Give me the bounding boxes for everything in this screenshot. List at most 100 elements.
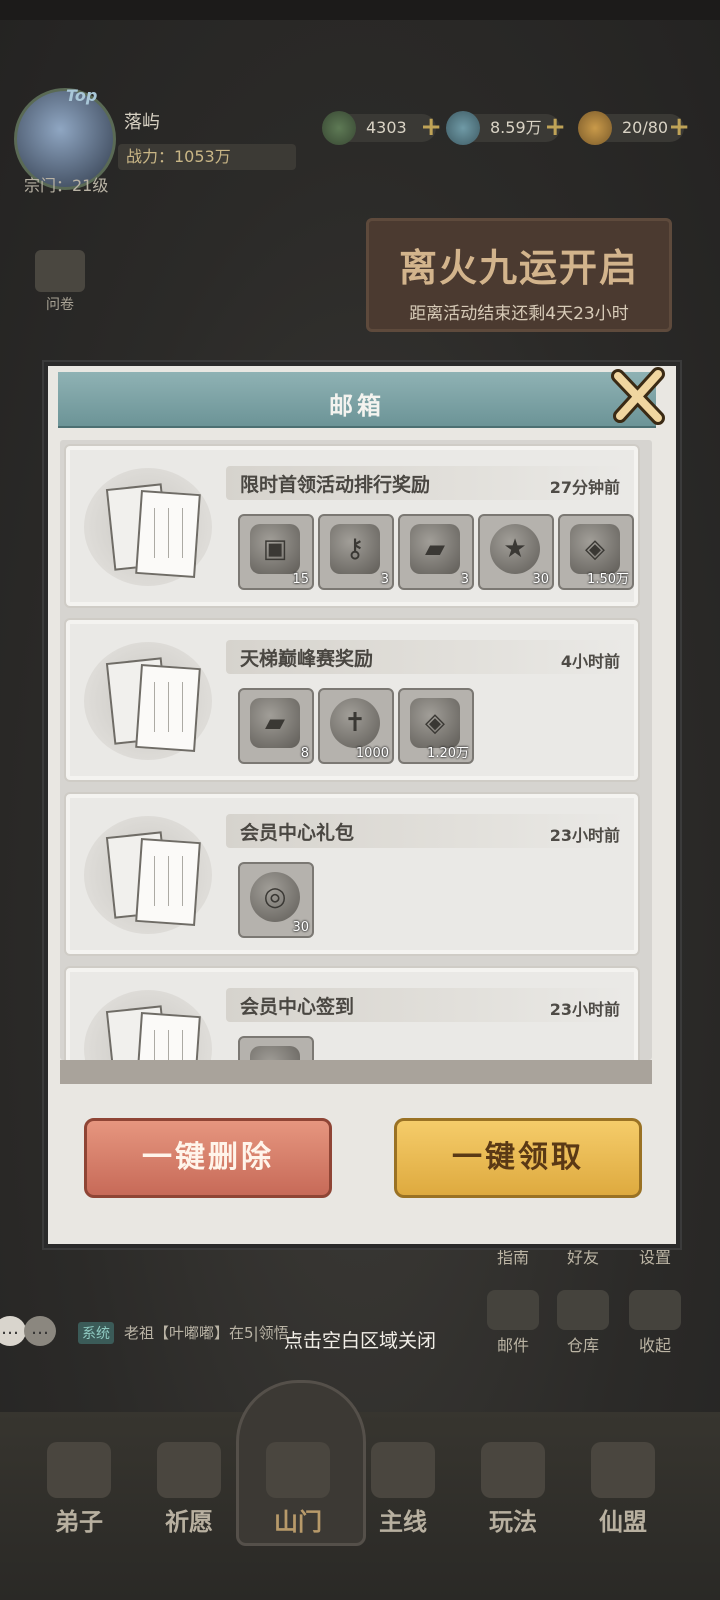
disciples-icon bbox=[47, 1442, 111, 1498]
reward-item[interactable]: ⚷ 3 bbox=[318, 514, 394, 590]
mail-title: 天梯巅峰赛奖励 bbox=[240, 648, 374, 670]
reward-item[interactable]: ▰ 3 bbox=[398, 514, 474, 590]
player-power: 战力：1053万 bbox=[118, 144, 296, 170]
mail-title: 限时首领活动排行奖励 bbox=[240, 474, 431, 496]
reward-count: 30 bbox=[532, 572, 549, 587]
star-coin-icon: ★ bbox=[490, 524, 540, 574]
reward-item[interactable]: ▣ 15 bbox=[238, 514, 314, 590]
mail-item[interactable]: 天梯巅峰赛奖励 4小时前 ▰ 8 ✝ 1000 ◈ 1.20万 bbox=[64, 618, 640, 782]
key-icon: ⚷ bbox=[330, 524, 380, 574]
player-name: 落屿 bbox=[124, 112, 160, 133]
list-footer bbox=[60, 1060, 652, 1084]
mail-item[interactable]: 会员中心礼包 23小时前 ◎ 30 bbox=[64, 792, 640, 956]
mail-time: 4小时前 bbox=[560, 652, 620, 671]
scroll-ticket-icon: ▰ bbox=[250, 698, 300, 748]
close-button[interactable] bbox=[608, 366, 668, 426]
sword-emblem-icon: ✝ bbox=[330, 698, 380, 748]
reward-item[interactable]: ✝ 1000 bbox=[318, 688, 394, 764]
spirit-stone-icon: ◈ bbox=[570, 524, 620, 574]
reward-count: 1.20万 bbox=[427, 746, 469, 761]
resource-spirit-stone[interactable]: 8.59万 + bbox=[446, 111, 566, 145]
guide-label: 指南 bbox=[496, 1248, 529, 1267]
mail-title: 会员中心签到 bbox=[240, 996, 355, 1018]
letter-icon bbox=[84, 642, 212, 760]
reward-count: 15 bbox=[292, 572, 309, 587]
nav-sect-gate[interactable]: 山门 bbox=[253, 1442, 343, 1537]
collapse-icon bbox=[629, 1290, 681, 1330]
letter-icon bbox=[84, 468, 212, 586]
reward-item[interactable]: ◈ 1.50万 bbox=[558, 514, 634, 590]
friends-label: 好友 bbox=[566, 1248, 599, 1267]
resource-stamina[interactable]: 20/80 + bbox=[578, 111, 690, 145]
close-hint: 点击空白区域关闭 bbox=[283, 1330, 436, 1352]
delete-all-button[interactable]: 一键删除 bbox=[84, 1118, 332, 1198]
mail-item[interactable]: 会员中心签到 23小时前 bbox=[64, 966, 640, 1060]
nav-label: 主线 bbox=[379, 1507, 427, 1536]
dialog-header: 邮箱 bbox=[58, 372, 656, 428]
reward-count: 3 bbox=[380, 572, 389, 587]
close-icon bbox=[611, 367, 665, 425]
reward-item[interactable] bbox=[238, 1036, 314, 1060]
letter-icon bbox=[84, 816, 212, 934]
mail-time: 23小时前 bbox=[549, 1000, 620, 1019]
treasure-chest-icon: ▣ bbox=[250, 524, 300, 574]
settings-label: 设置 bbox=[638, 1248, 671, 1267]
stamina-gourd-icon bbox=[578, 111, 612, 145]
reward-item[interactable]: ◈ 1.20万 bbox=[398, 688, 474, 764]
mail-time: 27分钟前 bbox=[549, 478, 620, 497]
sect-level: 宗门：21级 bbox=[24, 176, 109, 195]
spirit-stone-icon: ◈ bbox=[410, 698, 460, 748]
nav-alliance[interactable]: 仙盟 bbox=[578, 1442, 668, 1537]
nav-wish[interactable]: 祈愿 bbox=[144, 1442, 234, 1537]
mail-icon bbox=[487, 1290, 539, 1330]
survey-label: 问卷 bbox=[46, 297, 74, 313]
add-icon[interactable]: + bbox=[544, 113, 566, 141]
reward-item-icon bbox=[250, 1046, 300, 1060]
warehouse-icon bbox=[557, 1290, 609, 1330]
sect-gate-icon bbox=[266, 1442, 330, 1498]
resource-value: 4303 bbox=[366, 118, 407, 137]
scroll-ticket-icon: ▰ bbox=[410, 524, 460, 574]
main-quest-icon bbox=[371, 1442, 435, 1498]
event-title: 离火九运开启 bbox=[398, 245, 639, 290]
nav-label: 山门 bbox=[274, 1507, 322, 1536]
mailbox-dialog: 邮箱 限时首领活动排行奖励 27分钟前 ▣ 15 ⚷ 3 ▰ 3 ★ 30 ◈ … bbox=[44, 362, 680, 1248]
spirit-stone-icon bbox=[446, 111, 480, 145]
nav-label: 祈愿 bbox=[165, 1507, 213, 1536]
mail-item[interactable]: 限时首领活动排行奖励 27分钟前 ▣ 15 ⚷ 3 ▰ 3 ★ 30 ◈ 1.5… bbox=[64, 444, 640, 608]
mail-title: 会员中心礼包 bbox=[240, 822, 355, 844]
nav-main-quest[interactable]: 主线 bbox=[358, 1442, 448, 1537]
letter-icon bbox=[84, 990, 212, 1060]
resource-jade[interactable]: 4303 + bbox=[322, 111, 442, 145]
reward-item[interactable]: ◎ 30 bbox=[238, 862, 314, 938]
reward-count: 30 bbox=[292, 920, 309, 935]
nav-disciples[interactable]: 弟子 bbox=[34, 1442, 124, 1537]
gameplay-icon bbox=[481, 1442, 545, 1498]
add-icon[interactable]: + bbox=[668, 113, 690, 141]
survey-icon bbox=[35, 250, 85, 292]
reward-count: 8 bbox=[300, 746, 309, 761]
survey-button[interactable]: 问卷 bbox=[30, 250, 90, 314]
alliance-icon bbox=[591, 1442, 655, 1498]
claim-all-button[interactable]: 一键领取 bbox=[394, 1118, 642, 1198]
nav-label: 仙盟 bbox=[599, 1507, 647, 1536]
top-badge: Top bbox=[66, 86, 98, 105]
reward-count: 1.50万 bbox=[587, 572, 629, 587]
event-countdown: 距离活动结束还剩4天23小时 bbox=[409, 304, 629, 324]
nav-gameplay[interactable]: 玩法 bbox=[468, 1442, 558, 1537]
dialog-title: 邮箱 bbox=[329, 392, 385, 420]
reward-count: 3 bbox=[460, 572, 469, 587]
resource-value: 8.59万 bbox=[490, 118, 542, 137]
nav-label: 弟子 bbox=[55, 1507, 103, 1536]
mail-list[interactable]: 限时首领活动排行奖励 27分钟前 ▣ 15 ⚷ 3 ▰ 3 ★ 30 ◈ 1.5… bbox=[60, 440, 652, 1060]
add-icon[interactable]: + bbox=[420, 113, 442, 141]
jade-coin-icon: ◎ bbox=[250, 872, 300, 922]
status-bar bbox=[0, 0, 720, 20]
reward-item[interactable]: ★ 30 bbox=[478, 514, 554, 590]
reward-item[interactable]: ▰ 8 bbox=[238, 688, 314, 764]
mail-time: 23小时前 bbox=[549, 826, 620, 845]
reward-count: 1000 bbox=[355, 746, 389, 761]
event-banner[interactable]: 离火九运开启 距离活动结束还剩4天23小时 bbox=[366, 218, 672, 332]
jade-coin-icon bbox=[322, 111, 356, 145]
wish-icon bbox=[157, 1442, 221, 1498]
